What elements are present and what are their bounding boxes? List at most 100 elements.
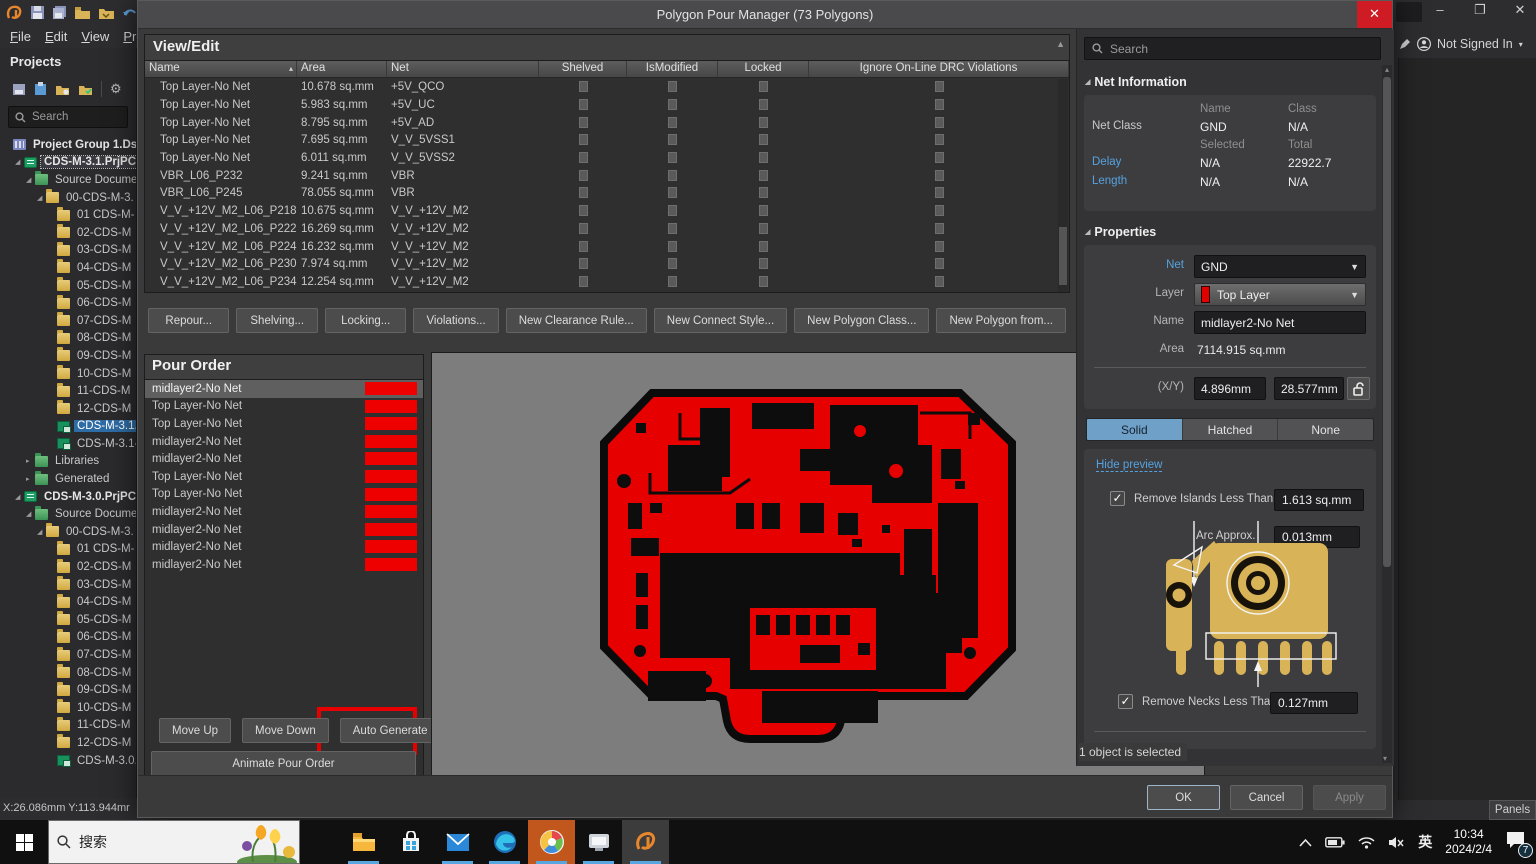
ismodified-checkbox[interactable] xyxy=(627,276,718,287)
locked-checkbox[interactable] xyxy=(718,223,809,234)
ismodified-checkbox[interactable] xyxy=(627,81,718,92)
action-button[interactable]: Repour... xyxy=(148,308,229,333)
pour-order-item[interactable]: Top Layer-No Net xyxy=(145,468,423,486)
remove-necks-input[interactable]: 0.127mm xyxy=(1270,692,1358,714)
column-drc[interactable]: Ignore On-Line DRC Violations xyxy=(809,61,1069,77)
locked-checkbox[interactable] xyxy=(718,258,809,269)
ismodified-checkbox[interactable] xyxy=(627,223,718,234)
menu-project[interactable]: Pro xyxy=(123,29,137,44)
polygon-name-input[interactable]: midlayer2-No Net xyxy=(1194,311,1366,334)
drc-checkbox[interactable] xyxy=(809,170,1069,181)
start-button[interactable] xyxy=(0,820,48,864)
column-net[interactable]: Net xyxy=(387,61,539,77)
battery-icon[interactable] xyxy=(1325,836,1345,848)
taskbar-utility-app[interactable] xyxy=(575,820,622,864)
table-row[interactable]: VBR_L06_P245 78.055 sq.mm VBR xyxy=(145,184,1069,202)
tree-item[interactable]: 01 CDS-M- xyxy=(0,541,136,559)
wifi-icon[interactable] xyxy=(1358,836,1375,849)
folder-check-icon[interactable] xyxy=(78,83,93,96)
drc-checkbox[interactable] xyxy=(809,276,1069,287)
shelved-checkbox[interactable] xyxy=(539,117,627,128)
taskbar-altium[interactable] xyxy=(622,820,669,864)
drc-checkbox[interactable] xyxy=(809,241,1069,252)
add-document-folder-icon[interactable] xyxy=(55,83,70,96)
ismodified-checkbox[interactable] xyxy=(627,241,718,252)
tree-item[interactable]: 04-CDS-M xyxy=(0,593,136,611)
tree-item[interactable]: 07-CDS-M xyxy=(0,646,136,664)
tree-item[interactable]: 04-CDS-M xyxy=(0,259,136,277)
ismodified-checkbox[interactable] xyxy=(627,187,718,198)
locked-checkbox[interactable] xyxy=(718,81,809,92)
tree-item[interactable]: 12-CDS-M xyxy=(0,400,136,418)
tree-item[interactable]: 11-CDS-M xyxy=(0,717,136,735)
pour-order-item[interactable]: midlayer2-No Net xyxy=(145,380,423,398)
tree-item[interactable]: 05-CDS-M xyxy=(0,277,136,295)
ismodified-checkbox[interactable] xyxy=(627,134,718,145)
tree-item[interactable]: ▸ Libraries xyxy=(0,453,136,471)
table-row[interactable]: Top Layer-No Net 8.795 sq.mm +5V_AD xyxy=(145,113,1069,131)
drc-checkbox[interactable] xyxy=(809,258,1069,269)
shelved-checkbox[interactable] xyxy=(539,170,627,181)
sign-in-area[interactable]: Not Signed In ▾ xyxy=(1398,32,1536,56)
pour-order-item[interactable]: midlayer2-No Net xyxy=(145,433,423,451)
tree-item[interactable]: 01 CDS-M- xyxy=(0,206,136,224)
tree-item[interactable]: CDS-M-3.1-t xyxy=(0,435,136,453)
table-row[interactable]: Top Layer-No Net 6.011 sq.mm V_V_5VSS2 xyxy=(145,149,1069,167)
pour-order-item[interactable]: midlayer2-No Net xyxy=(145,556,423,574)
locked-checkbox[interactable] xyxy=(718,117,809,128)
column-ismodified[interactable]: IsModified xyxy=(627,61,718,77)
pour-order-item[interactable]: midlayer2-No Net xyxy=(145,503,423,521)
tree-item[interactable]: 08-CDS-M xyxy=(0,330,136,348)
shelved-checkbox[interactable] xyxy=(539,81,627,92)
remove-islands-input[interactable]: 1.613 sq.mm xyxy=(1274,489,1364,511)
locked-checkbox[interactable] xyxy=(718,134,809,145)
table-row[interactable]: Top Layer-No Net 5.983 sq.mm +5V_UC xyxy=(145,96,1069,114)
column-name[interactable]: Name▴ xyxy=(145,61,297,77)
taskbar-mail[interactable] xyxy=(434,820,481,864)
length-link[interactable]: Length xyxy=(1092,175,1200,189)
save-icon[interactable] xyxy=(30,5,45,20)
move-up-button[interactable]: Move Up xyxy=(159,718,231,743)
locked-checkbox[interactable] xyxy=(718,276,809,287)
tree-expander-icon[interactable]: ▸ xyxy=(26,475,35,483)
tree-item[interactable]: 10-CDS-M xyxy=(0,365,136,383)
remove-necks-checkbox[interactable]: ✓ xyxy=(1118,694,1133,709)
shelved-checkbox[interactable] xyxy=(539,152,627,163)
ismodified-checkbox[interactable] xyxy=(627,152,718,163)
tree-item[interactable]: 10-CDS-M xyxy=(0,699,136,717)
tree-item[interactable]: 02-CDS-M xyxy=(0,224,136,242)
undo-icon[interactable] xyxy=(122,6,138,20)
table-row[interactable]: V_V_+12V_M2_L06_P230 7.974 sq.mm V_V_+12… xyxy=(145,255,1069,273)
tree-item[interactable]: 07-CDS-M xyxy=(0,312,136,330)
shelved-checkbox[interactable] xyxy=(539,223,627,234)
action-button[interactable]: Violations... xyxy=(413,308,498,333)
net-dropdown[interactable]: GND▼ xyxy=(1194,255,1366,278)
menu-edit[interactable]: Edit xyxy=(45,29,67,44)
drc-checkbox[interactable] xyxy=(809,152,1069,163)
shelved-checkbox[interactable] xyxy=(539,241,627,252)
drc-checkbox[interactable] xyxy=(809,81,1069,92)
tree-item[interactable]: ◢ 00-CDS-M-3. xyxy=(0,523,136,541)
tree-item[interactable]: CDS-M-3.1.P xyxy=(0,418,136,436)
locked-checkbox[interactable] xyxy=(718,99,809,110)
shelved-checkbox[interactable] xyxy=(539,205,627,216)
locked-checkbox[interactable] xyxy=(718,187,809,198)
projects-search[interactable]: Search xyxy=(8,106,128,128)
open-project-icon[interactable] xyxy=(98,6,115,20)
dock-tab[interactable] xyxy=(1396,2,1422,22)
tree-expander-icon[interactable]: ◢ xyxy=(26,510,35,518)
settings-gear-icon[interactable]: ⚙ xyxy=(110,81,122,97)
shelved-checkbox[interactable] xyxy=(539,134,627,145)
dialog-close-button[interactable]: ✕ xyxy=(1357,1,1392,28)
shelved-checkbox[interactable] xyxy=(539,99,627,110)
table-row[interactable]: Top Layer-No Net 10.678 sq.mm +5V_QCO xyxy=(145,78,1069,96)
taskbar-active-app[interactable] xyxy=(528,820,575,864)
locked-checkbox[interactable] xyxy=(718,241,809,252)
hide-preview-link[interactable]: Hide preview xyxy=(1096,459,1162,472)
tree-item[interactable]: 05-CDS-M xyxy=(0,611,136,629)
taskbar-store[interactable] xyxy=(387,820,434,864)
ime-indicator[interactable]: 英 xyxy=(1418,832,1432,852)
tree-expander-icon[interactable]: ◢ xyxy=(26,176,35,184)
table-scrollbar[interactable] xyxy=(1058,79,1068,292)
locked-checkbox[interactable] xyxy=(718,170,809,181)
